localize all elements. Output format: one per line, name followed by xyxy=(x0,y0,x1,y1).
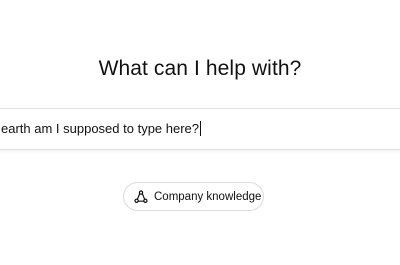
prompt-input-text: earth am I supposed to type here? xyxy=(1,121,202,136)
company-knowledge-label: Company knowledge xyxy=(154,190,262,203)
connectors-icon xyxy=(134,189,148,204)
page-title: What can I help with? xyxy=(98,57,302,80)
text-caret xyxy=(200,121,202,136)
prompt-input[interactable]: earth am I supposed to type here? xyxy=(0,108,400,150)
company-knowledge-button[interactable]: Company knowledge xyxy=(123,182,264,211)
chat-home-page: What can I help with? earth am I suppose… xyxy=(0,0,400,265)
